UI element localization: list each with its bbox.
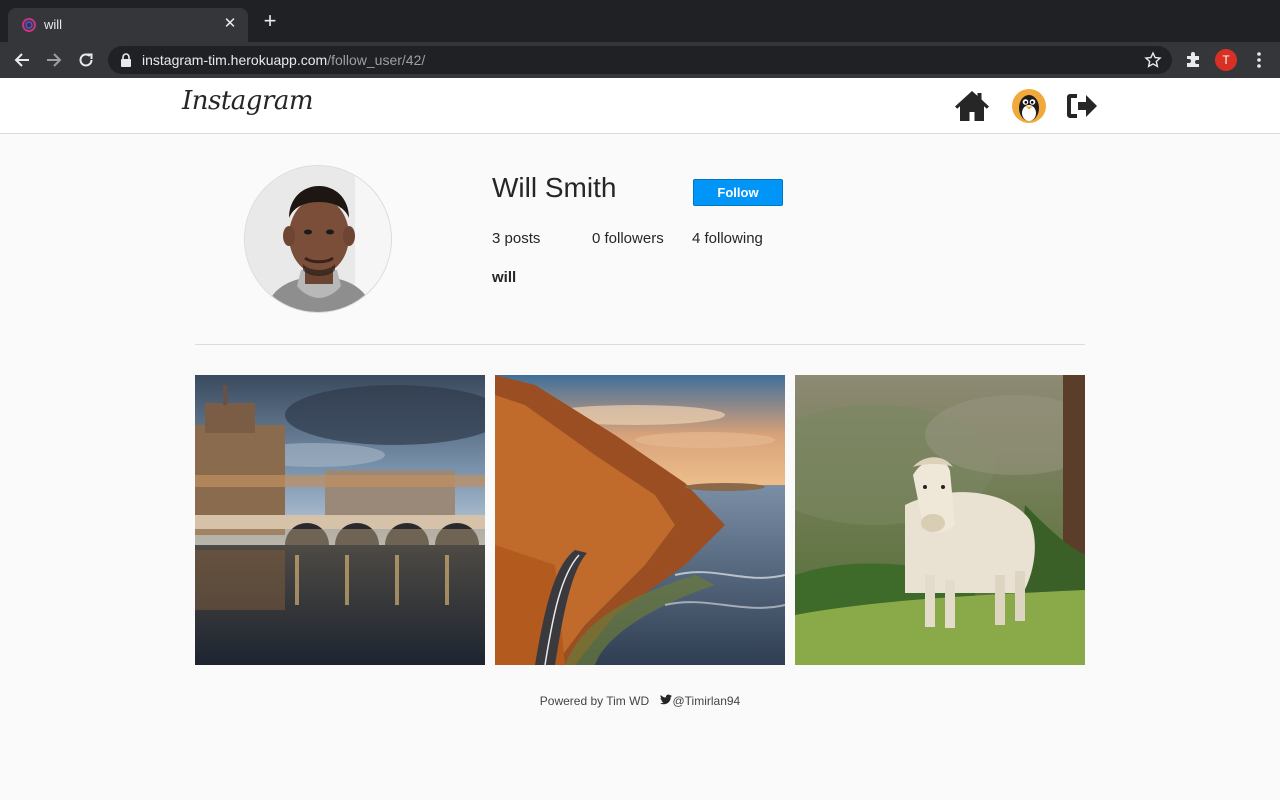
- logout-icon[interactable]: [1064, 88, 1100, 124]
- back-icon[interactable]: [10, 48, 34, 72]
- post-thumbnail-1[interactable]: [195, 375, 485, 665]
- tab-favicon-icon: [22, 18, 36, 32]
- coastal-cliff-image: [495, 375, 785, 665]
- browser-tab-bar: will ✕ +: [0, 0, 1280, 42]
- tab-close-icon[interactable]: ✕: [222, 16, 238, 32]
- lock-icon: [121, 53, 131, 67]
- following-count[interactable]: 4 following: [692, 230, 763, 247]
- browser-profile-avatar[interactable]: T: [1215, 49, 1237, 71]
- bookmark-star-icon[interactable]: [1144, 51, 1162, 69]
- browser-tab[interactable]: will ✕: [8, 8, 248, 42]
- url-path: /follow_user/42/: [327, 52, 426, 68]
- user-avatar-penguin-icon[interactable]: [1011, 88, 1047, 124]
- post-thumbnail-2[interactable]: [495, 375, 785, 665]
- profile-name: Will Smith: [492, 172, 617, 203]
- followers-count[interactable]: 0 followers: [592, 230, 664, 247]
- posts-count: 3 posts: [492, 230, 541, 247]
- white-pony-image: [795, 375, 1085, 665]
- url-text: instagram-tim.herokuapp.com/follow_user/…: [142, 52, 425, 68]
- profile-photo: [245, 166, 391, 312]
- browser-toolbar: instagram-tim.herokuapp.com/follow_user/…: [0, 42, 1280, 78]
- castle-bridge-image: [195, 375, 485, 665]
- powered-by-text: Powered by Tim WD: [539, 693, 650, 708]
- forward-icon[interactable]: [42, 48, 66, 72]
- post-thumbnail-3[interactable]: [795, 375, 1085, 665]
- profile-avatar: [244, 165, 392, 313]
- extensions-puzzle-icon[interactable]: [1184, 50, 1202, 68]
- address-bar[interactable]: instagram-tim.herokuapp.com/follow_user/…: [108, 46, 1172, 74]
- tab-title: will: [44, 17, 63, 32]
- instagram-logo[interactable]: Instagram: [182, 86, 314, 116]
- browser-menu-icon[interactable]: [1250, 50, 1268, 70]
- url-host: instagram-tim.herokuapp.com: [142, 52, 328, 68]
- new-tab-icon[interactable]: +: [259, 10, 281, 32]
- follow-button[interactable]: Follow: [693, 179, 783, 206]
- twitter-icon: [660, 694, 673, 705]
- reload-icon[interactable]: [74, 48, 98, 72]
- profile-handle: will: [492, 269, 517, 286]
- twitter-handle: @Timirlan94: [672, 694, 741, 709]
- site-header: Instagram: [0, 78, 1280, 134]
- home-icon[interactable]: [954, 88, 990, 124]
- profile-divider: [195, 344, 1085, 345]
- twitter-link[interactable]: @Timirlan94: [660, 693, 740, 708]
- footer: Powered by Tim WD @Timirlan94: [0, 693, 1280, 708]
